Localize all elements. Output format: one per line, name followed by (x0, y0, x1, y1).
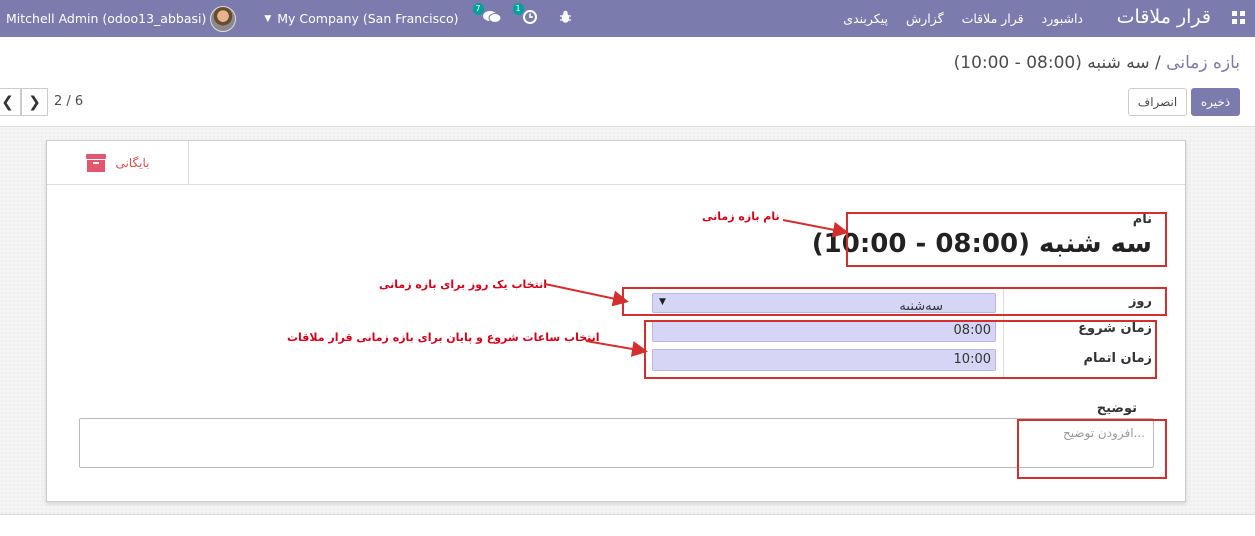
footer-divider (0, 514, 1255, 515)
time-annotation: انتخاب ساعات شروع و پایان برای بازه زمان… (287, 331, 600, 344)
activities-count-badge: 1 (512, 2, 524, 15)
debug-bug-icon[interactable] (559, 10, 572, 28)
menu-item-appointments[interactable]: قرار ملاقات (962, 11, 1024, 26)
app-title[interactable]: قرار ملاقات (1117, 6, 1211, 28)
chat-bubbles-icon (482, 10, 501, 28)
breadcrumb-parent[interactable]: بازه زمانی (1166, 53, 1240, 73)
main-menu: داشبورد قرار ملاقات گزارش پیکربندی (843, 11, 1083, 26)
time-highlight-box (644, 320, 1157, 379)
breadcrumb: بازه زمانی / سه شنبه (08:00 - 10:00) (954, 53, 1240, 73)
breadcrumb-separator: / (1149, 53, 1167, 73)
top-navbar: قرار ملاقات داشبورد قرار ملاقات گزارش پی… (0, 0, 1255, 37)
pager-counter[interactable]: 2 / 6 (54, 94, 83, 109)
messages-button[interactable]: 7 (472, 2, 501, 28)
archive-box-icon (85, 154, 106, 172)
menu-item-dashboard[interactable]: داشبورد (1042, 11, 1083, 26)
apps-menu-icon[interactable] (1232, 11, 1245, 24)
user-avatar[interactable] (210, 5, 237, 32)
caret-down-icon: ▼ (264, 13, 272, 24)
description-highlight-box (1017, 419, 1167, 479)
description-textarea[interactable]: افزودن توضیح... (79, 418, 1154, 468)
breadcrumb-current: سه شنبه (08:00 - 10:00) (953, 53, 1150, 73)
menu-item-configuration[interactable]: پیکربندی (843, 11, 888, 26)
menu-item-reporting[interactable]: گزارش (906, 11, 944, 26)
pager-previous-button[interactable]: ❮ (0, 88, 21, 116)
save-button[interactable]: ذخیره (1191, 88, 1240, 116)
description-label: توضیح (1096, 401, 1137, 416)
smart-button-box: بایگانی (47, 141, 1185, 185)
archive-button[interactable]: بایگانی (47, 141, 189, 185)
systray: Mitchell Admin (odoo13_abbasi) ▼ My Comp… (6, 0, 594, 37)
company-switcher[interactable]: ▼ My Company (San Francisco) (264, 11, 458, 26)
clock-icon (522, 9, 537, 28)
chevron-left-icon: ❮ (1, 93, 14, 111)
pager-next-button[interactable]: ❯ (21, 88, 48, 116)
name-highlight-box (846, 212, 1167, 267)
company-name: My Company (San Francisco) (277, 11, 459, 26)
day-highlight-box (622, 287, 1167, 316)
chevron-right-icon: ❯ (28, 93, 41, 111)
name-annotation: نام بازه زمانی (702, 210, 780, 223)
user-menu[interactable]: Mitchell Admin (odoo13_abbasi) (6, 11, 206, 26)
messages-count-badge: 7 (472, 2, 484, 15)
archive-label: بایگانی (115, 156, 150, 170)
discard-button[interactable]: انصراف (1128, 88, 1187, 116)
day-annotation: انتخاب یک روز برای بازه زمانی (379, 278, 547, 291)
activities-button[interactable]: 1 (512, 2, 537, 28)
